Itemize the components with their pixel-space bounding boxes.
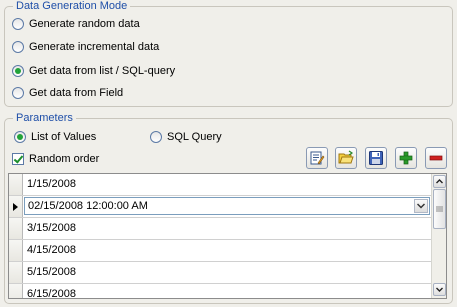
radio-get-from-list[interactable]: Get data from list / SQL-query (12, 63, 175, 79)
current-row-indicator-icon (13, 203, 18, 211)
value-cell[interactable]: 4/15/2008 (27, 244, 76, 256)
radio-label: Get data from Field (29, 87, 124, 99)
radio-label: SQL Query (167, 131, 222, 143)
values-grid: 1/15/2008 02/15/2008 12:00:00 AM 3/15/20… (8, 173, 447, 299)
radio-label: Get data from list / SQL-query (29, 65, 176, 77)
add-icon (399, 151, 413, 165)
value-combobox-text[interactable]: 02/15/2008 12:00:00 AM (28, 200, 148, 212)
scroll-up-button[interactable] (433, 175, 446, 188)
data-generation-mode-group: Data Generation Mode Generate random dat… (4, 0, 453, 107)
radio-indicator[interactable] (12, 87, 24, 99)
radio-indicator[interactable] (12, 18, 24, 30)
scroll-down-button[interactable] (433, 283, 446, 296)
save-icon (369, 151, 383, 165)
remove-icon (429, 155, 443, 161)
radio-indicator[interactable] (150, 131, 162, 143)
chevron-up-icon (436, 179, 443, 184)
row-header[interactable] (9, 196, 23, 217)
edit-button[interactable] (306, 147, 328, 169)
random-order-checkbox[interactable]: Random order (12, 151, 99, 167)
value-combobox[interactable]: 02/15/2008 12:00:00 AM (24, 197, 430, 215)
radio-indicator[interactable] (14, 131, 26, 143)
open-folder-icon (338, 150, 354, 164)
row-header[interactable] (9, 174, 23, 195)
value-cell[interactable]: 1/15/2008 (27, 178, 76, 190)
radio-label: Generate random data (29, 18, 140, 30)
radio-indicator[interactable] (12, 41, 24, 53)
table-row[interactable]: 3/15/2008 (9, 218, 433, 240)
edit-icon (310, 151, 325, 165)
value-cell[interactable]: 3/15/2008 (27, 222, 76, 234)
radio-list-of-values[interactable]: List of Values (14, 129, 96, 145)
radio-generate-random[interactable]: Generate random data (12, 16, 140, 32)
table-row[interactable]: 5/15/2008 (9, 262, 433, 284)
row-header[interactable] (9, 218, 23, 239)
open-button[interactable] (335, 147, 357, 169)
dropdown-button[interactable] (414, 199, 428, 213)
table-row[interactable]: 1/15/2008 (9, 174, 433, 196)
data-generation-mode-legend: Data Generation Mode (13, 0, 131, 13)
remove-button[interactable] (425, 147, 447, 169)
checkbox-indicator[interactable] (12, 153, 24, 165)
chevron-down-icon (436, 287, 443, 292)
scrollbar-thumb[interactable] (433, 189, 446, 229)
parameters-legend: Parameters (13, 111, 76, 125)
save-button[interactable] (365, 147, 387, 169)
add-button[interactable] (395, 147, 417, 169)
data-generation-panel: Data Generation Mode Generate random dat… (0, 0, 457, 307)
radio-generate-incremental[interactable]: Generate incremental data (12, 39, 159, 55)
table-row-current[interactable]: 02/15/2008 12:00:00 AM (9, 196, 433, 218)
radio-indicator[interactable] (12, 65, 24, 77)
vertical-scrollbar[interactable] (431, 174, 446, 298)
radio-label: List of Values (31, 131, 97, 143)
grip-icon (436, 206, 443, 212)
value-cell[interactable]: 6/15/2008 (27, 288, 76, 298)
row-header[interactable] (9, 262, 23, 283)
value-cell[interactable]: 5/15/2008 (27, 266, 76, 278)
radio-label: Generate incremental data (29, 41, 160, 53)
table-row[interactable]: 4/15/2008 (9, 240, 433, 262)
chevron-down-icon (417, 203, 425, 209)
table-row[interactable]: 6/15/2008 (9, 284, 433, 298)
radio-get-from-field[interactable]: Get data from Field (12, 85, 123, 101)
radio-sql-query[interactable]: SQL Query (150, 129, 222, 145)
row-header[interactable] (9, 240, 23, 261)
row-header[interactable] (9, 284, 23, 298)
checkbox-label: Random order (29, 153, 100, 165)
